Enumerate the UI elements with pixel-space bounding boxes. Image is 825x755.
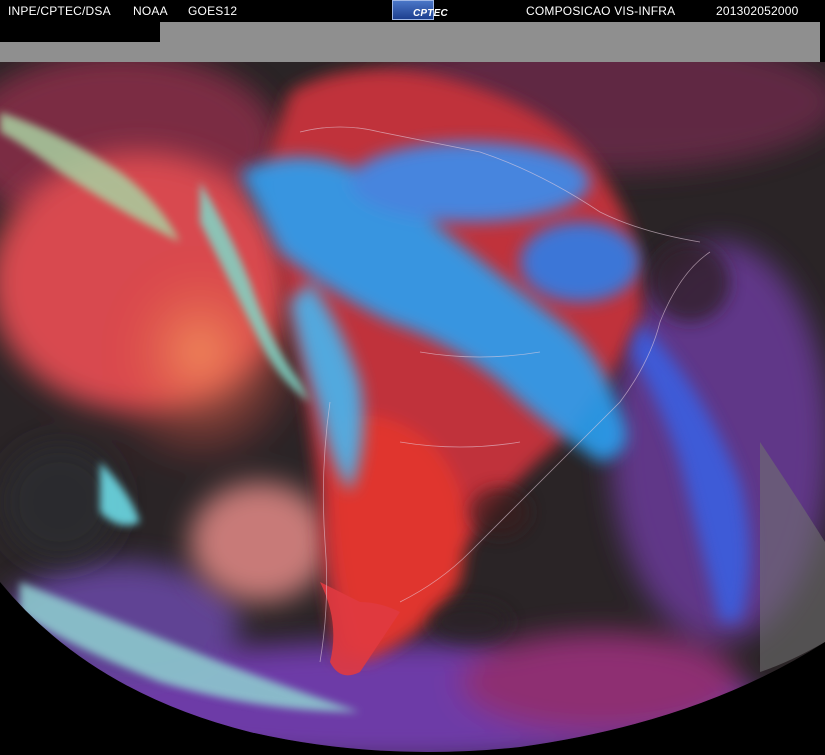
earth-disk [0, 62, 825, 752]
product-label: COMPOSICAO VIS-INFRA [526, 4, 676, 18]
satellite-label: GOES12 [188, 4, 238, 18]
image-header-bar: INPE/CPTEC/DSA NOAA GOES12 CPTEC COMPOSI… [0, 0, 825, 22]
cptec-logo: CPTEC [392, 0, 448, 20]
timestamp-label: 201302052000 [716, 4, 799, 18]
agency-label: NOAA [133, 4, 168, 18]
satellite-composite-svg [0, 22, 825, 755]
satellite-image [0, 22, 825, 755]
scan-edge-top [160, 22, 820, 62]
source-label: INPE/CPTEC/DSA [8, 4, 111, 18]
